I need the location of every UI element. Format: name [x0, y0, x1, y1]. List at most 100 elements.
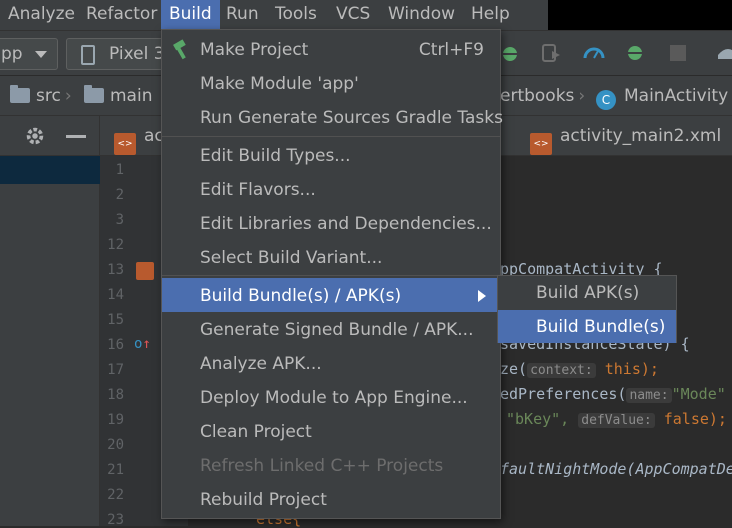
stop-icon[interactable]	[666, 41, 690, 65]
menu-help[interactable]: Help	[471, 4, 510, 24]
line-number: 13	[107, 262, 124, 278]
project-pane	[0, 116, 100, 526]
override-gutter-icon[interactable]: o↑	[134, 336, 151, 352]
tab-activity-main[interactable]: <> ac	[114, 116, 164, 156]
build-bundle-apk-submenu: Build APK(s) Build Bundle(s)	[497, 275, 677, 343]
menu-item-edit-build-types[interactable]: Edit Build Types...	[162, 138, 500, 172]
breadcrumb-label: main	[110, 86, 153, 106]
line-number: 3	[115, 212, 124, 228]
menu-item-make-module[interactable]: Make Module 'app'	[162, 66, 500, 100]
device-combo[interactable]: Pixel 3a	[66, 38, 166, 70]
phone-icon	[81, 45, 95, 65]
xml-layout-gutter-icon[interactable]	[136, 262, 154, 280]
apply-changes-icon[interactable]	[624, 41, 648, 65]
menu-item-label: Make Module 'app'	[200, 74, 359, 94]
line-number: 19	[107, 412, 124, 428]
xml-file-icon: <>	[530, 133, 552, 155]
param-hint: context:	[527, 363, 596, 378]
line-number: 14	[107, 287, 124, 303]
param-hint: name:	[626, 388, 672, 403]
chevron-down-icon	[35, 51, 47, 58]
breadcrumb-item-class[interactable]: C MainActivity	[596, 86, 728, 110]
breadcrumb-label: ertbooks	[500, 86, 575, 106]
code-string: "bKey",	[506, 410, 570, 428]
menu-item-clean-project[interactable]: Clean Project	[162, 414, 500, 448]
code-line-21: faultNightMode(AppCompatDe	[500, 460, 732, 478]
menu-refactor[interactable]: Refactor	[86, 4, 157, 24]
breadcrumb-label: MainActivity	[624, 86, 729, 106]
code-text: ze(	[500, 360, 528, 378]
menu-item-rebuild-project[interactable]: Rebuild Project	[162, 482, 500, 516]
menu-item-label: Select Build Variant...	[200, 248, 383, 268]
code-line-17: ze(context: this);	[500, 360, 659, 378]
code-string: "Mode"	[671, 385, 726, 403]
line-number: 16	[107, 337, 124, 353]
menu-build[interactable]: Build	[161, 0, 220, 30]
menu-item-edit-libraries[interactable]: Edit Libraries and Dependencies...	[162, 206, 500, 240]
menu-item-label: Build Bundle(s) / APK(s)	[200, 286, 402, 306]
minimize-icon[interactable]	[66, 135, 86, 138]
build-menu-dropdown: Make Project Ctrl+F9 Make Module 'app' R…	[161, 29, 503, 519]
breadcrumb-item-main[interactable]: main	[84, 85, 153, 106]
menu-item-label: Analyze APK...	[200, 354, 322, 374]
menu-item-label: Refresh Linked C++ Projects	[200, 456, 444, 476]
line-number: 2	[115, 187, 124, 203]
menu-analyze[interactable]: Analyze	[8, 4, 75, 24]
menu-item-build-bundle-apk[interactable]: Build Bundle(s) / APK(s)	[162, 278, 500, 312]
menu-item-deploy-app-engine[interactable]: Deploy Module to App Engine...	[162, 380, 500, 414]
module-combo[interactable]: pp	[0, 38, 58, 70]
gear-icon[interactable]	[24, 125, 46, 147]
menu-item-make-project[interactable]: Make Project Ctrl+F9	[162, 32, 500, 66]
project-tree-selection[interactable]	[0, 156, 100, 184]
folder-icon	[84, 85, 104, 103]
profiler-icon[interactable]	[582, 41, 606, 65]
code-text: edPreferences(	[500, 385, 627, 403]
line-number: 20	[107, 437, 124, 453]
submenu-item-build-bundle[interactable]: Build Bundle(s)	[498, 310, 676, 343]
menu-item-label: Edit Build Types...	[200, 146, 351, 166]
menu-item-label: Run Generate Sources Gradle Tasks	[200, 108, 503, 128]
line-number: 15	[107, 312, 124, 328]
device-combo-label: Pixel 3a	[109, 44, 165, 64]
project-pane-header	[0, 116, 100, 156]
debug-icon[interactable]	[498, 41, 522, 65]
attach-debugger-icon[interactable]	[540, 41, 564, 65]
breadcrumb-item-src[interactable]: src ›	[10, 85, 76, 106]
menu-item-run-generate-sources[interactable]: Run Generate Sources Gradle Tasks	[162, 100, 503, 134]
line-number: 22	[107, 487, 124, 503]
breadcrumb-item-package[interactable]: ertbooks ›	[500, 86, 589, 106]
line-number: 18	[107, 387, 124, 403]
redacted-area	[548, 0, 732, 30]
class-icon: C	[596, 90, 616, 110]
folder-icon	[10, 85, 30, 103]
menu-window[interactable]: Window	[388, 4, 455, 24]
module-combo-label: pp	[1, 44, 23, 64]
xml-file-icon: <>	[114, 133, 136, 155]
menu-item-label: Build APK(s)	[536, 283, 640, 303]
code-keyword: false);	[663, 410, 727, 428]
menu-item-generate-signed[interactable]: Generate Signed Bundle / APK...	[162, 312, 500, 346]
menu-item-label: Deploy Module to App Engine...	[200, 388, 468, 408]
menu-tools[interactable]: Tools	[275, 4, 317, 24]
menu-item-label: Generate Signed Bundle / APK...	[200, 320, 474, 340]
chevron-right-icon: ›	[64, 86, 72, 106]
submenu-item-build-apk[interactable]: Build APK(s)	[498, 276, 676, 309]
line-number: 12	[107, 237, 124, 253]
shortcut-label: Ctrl+F9	[418, 40, 484, 60]
menu-separator	[162, 136, 500, 137]
code-line-19: "bKey", defValue: false);	[506, 410, 727, 428]
line-number: 17	[107, 362, 124, 378]
param-hint: defValue:	[578, 413, 655, 428]
tab-activity-main2[interactable]: <>activity_main2.xml✕	[530, 116, 732, 156]
menu-item-analyze-apk[interactable]: Analyze APK...	[162, 346, 500, 380]
sync-icon[interactable]	[716, 41, 732, 65]
menu-run[interactable]: Run	[226, 4, 259, 24]
menu-vcs[interactable]: VCS	[336, 4, 370, 24]
menu-item-label: Edit Libraries and Dependencies...	[200, 214, 492, 234]
hammer-icon	[173, 39, 186, 60]
menu-item-select-build-variant[interactable]: Select Build Variant...	[162, 240, 500, 274]
code-keyword: this);	[604, 360, 659, 378]
menu-bar: Analyze Refactor Build Run Tools VCS Win…	[0, 0, 732, 30]
menu-item-edit-flavors[interactable]: Edit Flavors...	[162, 172, 500, 206]
line-number: 21	[107, 462, 124, 478]
